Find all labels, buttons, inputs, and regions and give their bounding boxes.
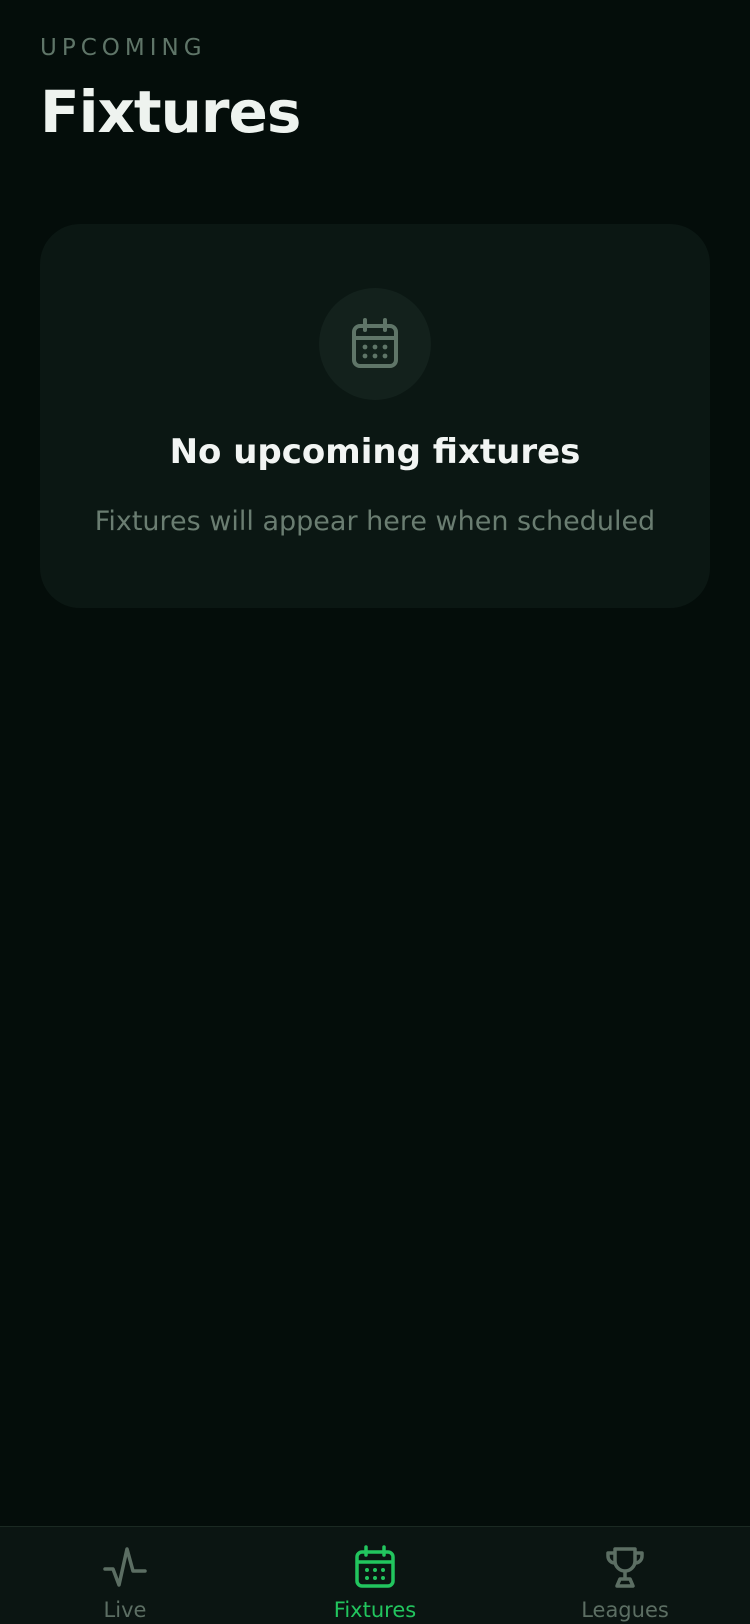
page-eyebrow: UPCOMING (40, 35, 207, 61)
tab-fixtures[interactable]: Fixtures (250, 1527, 500, 1624)
calendar-icon (355, 1545, 395, 1588)
trophy-icon (606, 1547, 644, 1588)
empty-state-icon-circle (319, 288, 431, 400)
bottom-tab-bar: Live Fixtures Leagues (0, 1526, 750, 1624)
tab-leagues[interactable]: Leagues (500, 1527, 750, 1624)
empty-state-card: No upcoming fixtures Fixtures will appea… (40, 224, 710, 608)
pulse-icon (103, 1547, 147, 1587)
app-screen: UPCOMING Fixtures No upcoming fixtures F… (0, 0, 750, 1624)
empty-state-title: No upcoming fixtures (169, 432, 581, 472)
tab-fixtures-label: Fixtures (333, 1598, 417, 1622)
tab-live-label: Live (103, 1598, 147, 1622)
calendar-icon (352, 318, 398, 368)
page-header: UPCOMING Fixtures (40, 34, 301, 146)
empty-state-subtitle: Fixtures will appear here when scheduled (94, 506, 656, 537)
page-title: Fixtures (40, 78, 301, 146)
tab-live[interactable]: Live (0, 1527, 250, 1624)
tab-leagues-label: Leagues (581, 1598, 669, 1622)
